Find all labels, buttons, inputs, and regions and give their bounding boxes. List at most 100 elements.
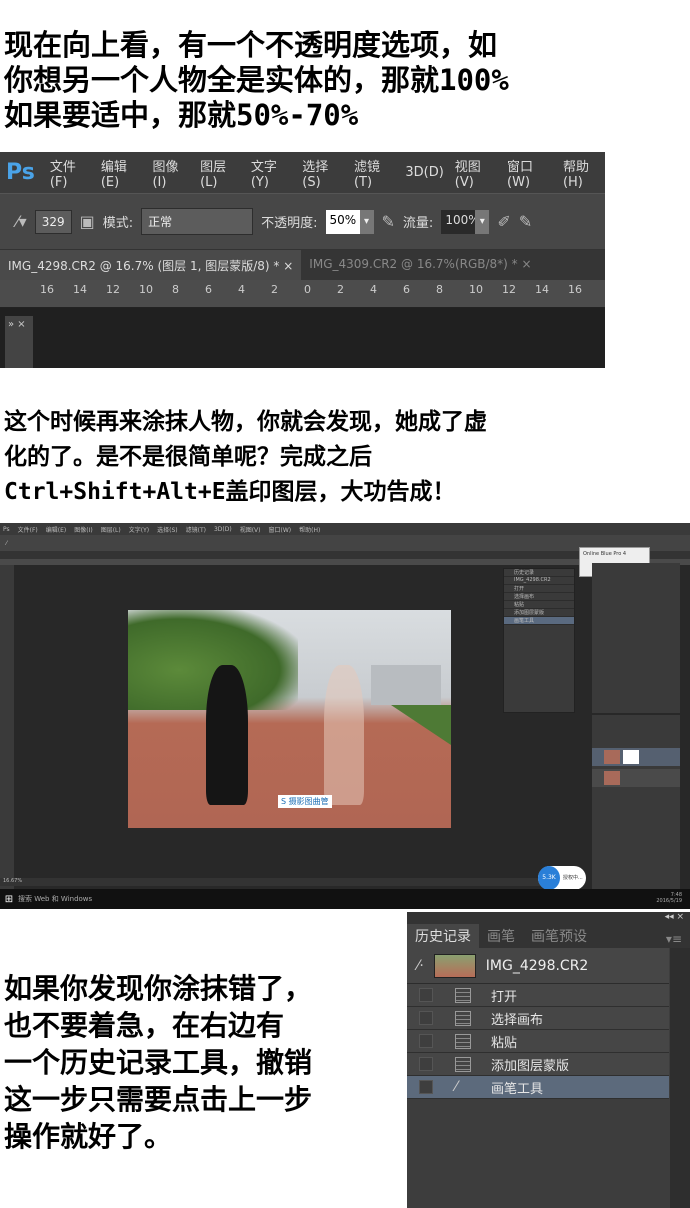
menu-window[interactable]: 窗口(W) — [507, 156, 552, 190]
ruler-label: 4 — [238, 283, 245, 296]
menu-select[interactable]: 选择(S) — [302, 156, 343, 190]
menu-filter[interactable]: 滤镜(T) — [354, 156, 394, 190]
properties-panel — [592, 563, 680, 713]
menu-item[interactable]: 帮助(H) — [299, 525, 320, 534]
layer-row[interactable] — [592, 748, 680, 766]
history-item[interactable]: 画笔工具 — [504, 617, 574, 625]
checkbox[interactable] — [419, 1057, 433, 1071]
history-title: 历史记录 — [504, 569, 574, 577]
ruler-label: 4 — [370, 283, 377, 296]
bottom-text: 如果你发现你涂抹错了， 也不要着急，在右边有 一个历史记录工具，撤销 这一步只需… — [4, 970, 312, 1155]
menu-view[interactable]: 视图(V) — [455, 156, 496, 190]
text-line: 如果你发现你涂抹错了， — [4, 972, 313, 1005]
menu-item[interactable]: 文件(F) — [18, 525, 38, 534]
close-icon[interactable]: × — [522, 257, 532, 271]
opacity-dropdown[interactable]: ▾ — [359, 209, 374, 234]
history-item-add-mask[interactable]: 添加图层蒙版 — [407, 1053, 669, 1076]
ps-logo: Ps — [6, 160, 35, 185]
pressure-opacity-icon[interactable]: ✎ — [382, 212, 395, 231]
history-snapshot[interactable]: ⁄· IMG_4298.CR2 — [407, 948, 669, 984]
menu-help[interactable]: 帮助(H) — [563, 156, 605, 190]
history-item-select-canvas[interactable]: 选择画布 — [407, 1007, 669, 1030]
windows-start-icon[interactable]: ⊞ — [0, 894, 18, 905]
taskbar-search[interactable]: 搜索 Web 和 Windows — [18, 894, 92, 904]
collapsed-panel[interactable]: » × — [5, 316, 33, 368]
history-item[interactable]: 粘贴 — [504, 601, 574, 609]
tab-label: IMG_4309.CR2 @ 16.7%(RGB/8*) * — [309, 257, 518, 271]
intro-text: 现在向上看，有一个不透明度选项，如 你想另一个人物全是实体的，那就100% 如果… — [4, 28, 509, 133]
ruler-label: 16 — [40, 283, 54, 296]
speed-bubble[interactable]: 5.3K 授权中... — [538, 866, 586, 890]
brush-panel-icon[interactable]: ▣ — [80, 212, 95, 231]
status-bar: 16.67% — [0, 878, 580, 886]
menu-layer[interactable]: 图层(L) — [200, 156, 240, 190]
text-line: 如果要适中，那就50%-70% — [4, 98, 359, 132]
tab-label: IMG_4298.CR2 @ 16.7% (图层 1, 图层蒙版/8) * — [8, 259, 280, 273]
history-brush-source-icon[interactable]: ⁄· — [417, 958, 424, 974]
menu-bar: Ps 文件(F) 编辑(E) 图像(I) 图层(L) 文字(Y) 选择(S) 滤… — [0, 152, 605, 194]
history-item[interactable]: IMG_4298.CR2 — [504, 577, 574, 585]
ruler-label: 10 — [469, 283, 483, 296]
menu-image[interactable]: 图像(I) — [152, 156, 189, 190]
history-item[interactable]: 打开 — [504, 585, 574, 593]
tab-img-4309[interactable]: IMG_4309.CR2 @ 16.7%(RGB/8*) * × — [301, 250, 539, 280]
menu-item[interactable]: 3D(D) — [214, 526, 232, 533]
tab-brush-presets[interactable]: 画笔预设 — [523, 924, 595, 948]
menu-item[interactable]: 编辑(E) — [46, 525, 66, 534]
menu-3d[interactable]: 3D(D) — [405, 165, 443, 180]
close-icon[interactable]: × — [283, 259, 293, 273]
text-line: 你想另一个人物全是实体的，那就100% — [4, 63, 509, 97]
tab-brush[interactable]: 画笔 — [479, 924, 523, 948]
menu-item[interactable]: 选择(S) — [157, 525, 178, 534]
opacity-label: 不透明度: — [261, 216, 318, 231]
checkbox[interactable] — [419, 1080, 433, 1094]
menu-item[interactable]: 视图(V) — [240, 525, 261, 534]
history-item-paste[interactable]: 粘贴 — [407, 1030, 669, 1053]
history-item[interactable]: 选择画布 — [504, 593, 574, 601]
checkbox[interactable] — [419, 988, 433, 1002]
scrollbar[interactable] — [670, 948, 690, 1208]
text-line: 一个历史记录工具，撤销 — [4, 1046, 313, 1079]
ruler-label: 2 — [271, 283, 278, 296]
flow-input[interactable]: 100% — [441, 209, 480, 234]
menu-item[interactable]: 文字(Y) — [129, 525, 149, 534]
brush-size-picker[interactable]: 329 — [34, 209, 72, 234]
photo-canvas[interactable]: S 摄影图曲管 — [128, 610, 451, 828]
ruler-label: 8 — [436, 283, 443, 296]
checkbox[interactable] — [419, 1034, 433, 1048]
menu-edit[interactable]: 编辑(E) — [101, 156, 142, 190]
text-line: 化的了。是不是很简单呢？完成之后 — [4, 444, 372, 470]
tab-history[interactable]: 历史记录 — [407, 924, 479, 948]
tools-panel[interactable] — [0, 565, 14, 890]
panel-menu-icon[interactable]: ▾≡ — [658, 930, 690, 948]
ruler-label: 6 — [403, 283, 410, 296]
document-icon — [455, 1056, 471, 1072]
brush-icon[interactable]: ⁄▾ — [16, 212, 27, 231]
mode-select[interactable]: 正常 — [141, 208, 254, 235]
checkbox[interactable] — [419, 1011, 433, 1025]
menu-file[interactable]: 文件(F) — [50, 156, 90, 190]
menu-item[interactable]: Ps — [3, 526, 10, 533]
tab-img-4298[interactable]: IMG_4298.CR2 @ 16.7% (图层 1, 图层蒙版/8) * × — [0, 250, 302, 280]
building — [371, 665, 441, 705]
brush-icon: ⁄ — [455, 1079, 458, 1095]
history-item-brush-tool[interactable]: ⁄ 画笔工具 — [407, 1076, 669, 1099]
layer-row[interactable] — [592, 769, 680, 787]
menu-item[interactable]: 滤镜(T) — [186, 525, 206, 534]
brush-icon[interactable]: ⁄ — [6, 540, 7, 547]
flow-dropdown[interactable]: ▾ — [475, 209, 490, 234]
clock: 7:48 2016/5/19 — [656, 892, 682, 904]
opacity-input[interactable]: 50% — [325, 209, 360, 234]
menu-item[interactable]: 窗口(W) — [269, 525, 292, 534]
airbrush-icon[interactable]: ✐ — [497, 212, 510, 231]
history-item[interactable]: 添加图层蒙版 — [504, 609, 574, 617]
menu-item[interactable]: 图层(L) — [101, 525, 121, 534]
menu-item[interactable]: 图像(I) — [74, 525, 92, 534]
ruler-label: 12 — [106, 283, 120, 296]
pressure-size-icon[interactable]: ✎ — [519, 212, 532, 231]
ruler-label: 0 — [304, 283, 311, 296]
history-panel: ◂◂ × 历史记录 画笔 画笔预设 ▾≡ ⁄· IMG_4298.CR2 打开 … — [407, 912, 690, 1208]
menu-type[interactable]: 文字(Y) — [251, 156, 291, 190]
ruler-label: 14 — [535, 283, 549, 296]
history-item-open[interactable]: 打开 — [407, 984, 669, 1007]
